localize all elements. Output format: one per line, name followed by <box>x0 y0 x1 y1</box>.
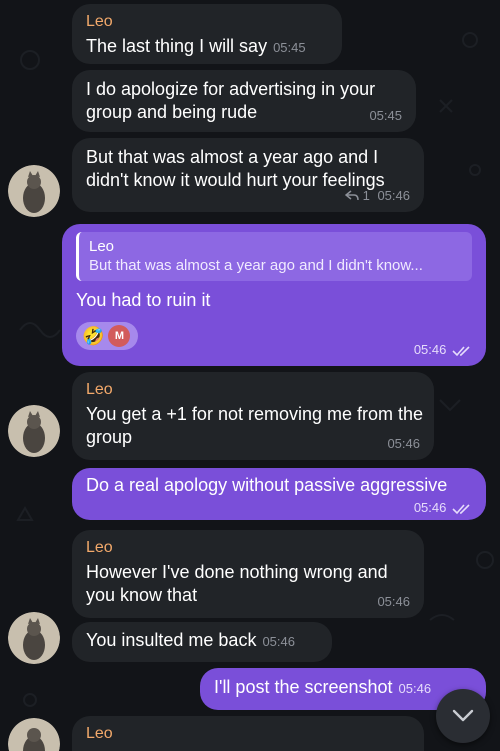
scroll-down-button[interactable] <box>436 689 490 743</box>
outgoing-message[interactable]: Leo But that was almost a year ago and I… <box>62 224 486 366</box>
avatar[interactable] <box>8 165 60 217</box>
message-time: 05:45 <box>273 40 306 55</box>
message-meta: 05:46 <box>414 342 472 357</box>
sender-name: Leo <box>86 725 113 742</box>
sender-name: Leo <box>86 539 113 556</box>
reaction-chip[interactable]: 🤣 M <box>76 322 139 350</box>
incoming-message[interactable]: But that was almost a year ago and I did… <box>72 138 424 212</box>
quote-text: But that was almost a year ago and I did… <box>89 257 423 274</box>
message-text: But that was almost a year ago and I did… <box>86 147 385 190</box>
incoming-message[interactable]: Leo You get a +1 for not removing me fro… <box>72 372 434 460</box>
outgoing-message[interactable]: Do a real apology without passive aggres… <box>72 468 486 520</box>
avatar[interactable] <box>8 718 60 751</box>
message-time: 05:46 <box>413 342 447 357</box>
message-text: The last thing I will say <box>86 36 268 56</box>
message-text: You get a +1 for not removing me from th… <box>86 404 424 447</box>
avatar[interactable] <box>8 405 60 457</box>
message-meta: 05:46 <box>414 500 472 515</box>
incoming-message[interactable]: You insulted me back 05:46 <box>72 622 332 662</box>
double-check-icon <box>452 345 470 356</box>
message-text: Do a real apology without passive aggres… <box>86 475 448 495</box>
sender-name: Leo <box>86 13 113 30</box>
reactions: 🤣 M <box>76 322 472 350</box>
incoming-message[interactable]: Leo <box>72 716 424 751</box>
message-meta: 1 05:46 <box>344 188 410 203</box>
message-time: 05:45 <box>369 108 402 123</box>
incoming-message[interactable]: Leo However I've done nothing wrong and … <box>72 530 424 618</box>
message-text: You had to ruin it <box>76 290 211 310</box>
message-time: 05:46 <box>413 500 447 515</box>
reply-arrow-icon <box>344 190 359 201</box>
message-text: However I've done nothing wrong and you … <box>86 562 388 605</box>
incoming-message[interactable]: I do apologize for advertising in your g… <box>72 70 416 132</box>
message-time: 05:46 <box>377 594 410 609</box>
message-text: I'll post the screenshot <box>214 677 393 697</box>
incoming-message[interactable]: Leo The last thing I will say 05:45 <box>72 4 342 64</box>
message-time: 05:46 <box>387 436 420 451</box>
message-time: 05:46 <box>377 188 410 203</box>
reply-quote[interactable]: Leo But that was almost a year ago and I… <box>76 232 472 281</box>
rofl-emoji-icon: 🤣 <box>82 326 105 346</box>
chevron-down-icon <box>452 709 474 722</box>
reaction-user-avatar: M <box>108 325 131 347</box>
sender-name: Leo <box>86 381 113 398</box>
message-time: 05:46 <box>398 681 432 696</box>
quote-sender: Leo <box>89 238 115 255</box>
message-text: I do apologize for advertising in your g… <box>86 79 376 122</box>
reply-count: 1 <box>362 188 370 203</box>
message-text: You insulted me back <box>86 630 257 650</box>
avatar[interactable] <box>8 612 60 664</box>
message-time: 05:46 <box>262 634 295 649</box>
double-check-icon <box>452 503 470 514</box>
